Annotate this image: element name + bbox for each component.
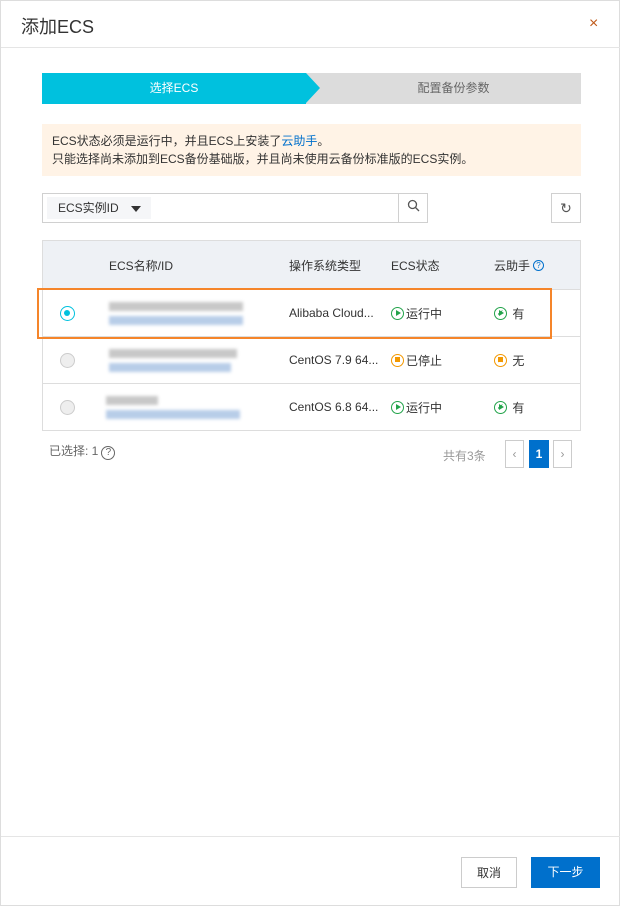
- status: 已停止: [391, 337, 442, 383]
- instance-name: [106, 396, 158, 405]
- assistant: ✓ 有: [494, 384, 524, 430]
- header-name: ECS名称/ID: [109, 258, 174, 273]
- filter-label: ECS实例ID: [58, 201, 119, 215]
- x-circle-icon: ✕: [494, 353, 507, 367]
- selected-count: 已选择: 1?: [49, 442, 116, 460]
- total-count: 共有3条: [443, 449, 486, 463]
- filter-select[interactable]: ECS实例ID: [47, 197, 151, 219]
- assistant: ✕ 无: [494, 337, 524, 383]
- divider: [1, 47, 620, 48]
- help-icon[interactable]: ?: [101, 446, 116, 460]
- step-configure-backup: 配置备份参数: [306, 73, 581, 104]
- close-icon[interactable]: ×: [589, 15, 598, 33]
- cloud-assistant-link[interactable]: 云助手: [281, 134, 317, 148]
- header-assistant: 云助手?: [494, 241, 545, 289]
- row-radio[interactable]: [60, 353, 75, 368]
- table-row[interactable]: CentOS 6.8 64... 运行中 ✓ 有: [43, 384, 580, 431]
- footer-divider: [1, 836, 620, 837]
- dialog-title: 添加ECS: [21, 17, 95, 37]
- stopped-icon: [391, 353, 404, 367]
- notice-text: ECS状态必须是运行中，并且ECS上安装了: [52, 134, 282, 148]
- cancel-button[interactable]: 取消: [461, 857, 517, 888]
- instance-id-link[interactable]: [106, 410, 240, 419]
- table-row[interactable]: CentOS 7.9 64... 已停止 ✕ 无: [43, 337, 580, 384]
- running-icon: [391, 400, 404, 414]
- highlight-box: [37, 288, 552, 339]
- step-select-ecs: 选择ECS: [42, 73, 306, 104]
- header-os: 操作系统类型: [289, 258, 362, 273]
- next-page-button[interactable]: ›: [553, 440, 572, 468]
- status: 运行中: [391, 384, 442, 430]
- os-type: CentOS 6.8 64...: [289, 400, 379, 414]
- notice-text: 。: [317, 134, 330, 148]
- step-arrow: [306, 73, 320, 103]
- page-1-button[interactable]: 1: [529, 440, 549, 468]
- os-type: CentOS 7.9 64...: [289, 353, 379, 367]
- search-input[interactable]: ECS实例ID: [42, 193, 428, 223]
- notice-banner: ECS状态必须是运行中，并且ECS上安装了云助手。 只能选择尚未添加到ECS备份…: [42, 124, 581, 176]
- instance-id-link[interactable]: [109, 363, 231, 372]
- caret-down-icon: [131, 206, 141, 212]
- search-icon: [407, 199, 419, 212]
- refresh-icon: ↻: [560, 200, 572, 216]
- instance-name: [109, 349, 237, 358]
- check-circle-icon: ✓: [494, 400, 507, 414]
- header-status: ECS状态: [391, 258, 440, 273]
- search-button[interactable]: [398, 194, 427, 222]
- help-icon[interactable]: ?: [533, 259, 545, 271]
- prev-page-button[interactable]: ‹: [505, 440, 524, 468]
- table-header: ECS名称/ID 操作系统类型 ECS状态 云助手?: [43, 241, 580, 290]
- notice-text: 只能选择尚未添加到ECS备份基础版，并且尚未使用云备份标准版的ECS实例。: [52, 152, 474, 166]
- refresh-button[interactable]: ↻: [551, 193, 581, 223]
- row-radio[interactable]: [60, 400, 75, 415]
- next-step-button[interactable]: 下一步: [531, 857, 600, 888]
